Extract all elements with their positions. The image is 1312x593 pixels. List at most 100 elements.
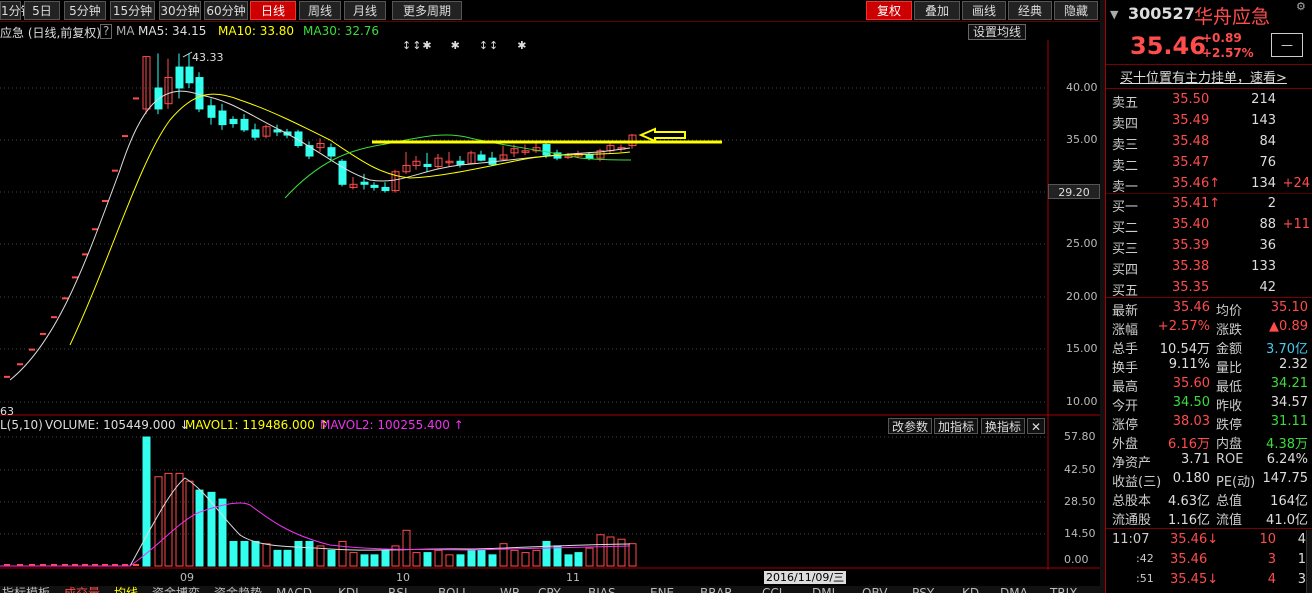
volume-bar [423, 552, 432, 567]
volume-bar [617, 538, 626, 567]
volume-bar [499, 543, 508, 567]
volume-bar [574, 552, 583, 567]
period-tab-3[interactable]: 15分钟 [110, 1, 155, 20]
price-tick-label: 10.00 [1066, 395, 1098, 408]
close-icon[interactable]: ✕ [1027, 418, 1046, 434]
period-tab-4[interactable]: 30分钟 [159, 1, 201, 20]
candle [185, 66, 194, 84]
indicator-tab[interactable]: MACD [276, 586, 312, 593]
volume-bar [510, 549, 519, 567]
settings-ma-button[interactable]: 设置均线 [968, 24, 1027, 40]
indicator-tab[interactable]: OBV [862, 586, 888, 593]
volume-tick-label: 28.50 [1064, 495, 1096, 508]
period-tab-7[interactable]: 周线 [299, 1, 341, 20]
candle [360, 181, 369, 185]
price-tick-label: 25.00 [1066, 237, 1098, 250]
volume-bar [456, 554, 465, 567]
volume-bar [412, 552, 421, 567]
tick-count: 1 [1297, 552, 1306, 567]
indicator-tabs: 指标模板 成交量 均线 资金博弈 资金趋势 MACD KDJ RSI BOLL WR CPY BIAS… [0, 586, 1100, 593]
candle [229, 118, 238, 125]
indicator-tab[interactable]: TRIX [1050, 586, 1077, 593]
period-tab-6[interactable]: 日线 [250, 1, 296, 20]
period-tab-9[interactable]: 更多周期 [392, 1, 462, 20]
candle [423, 163, 432, 167]
change-params-button[interactable]: 改参数 [888, 418, 933, 434]
volume-bar [218, 498, 227, 567]
indicator-tab[interactable]: 成交量 [64, 586, 100, 593]
tick-price: 35.46 [1170, 552, 1208, 567]
indicator-tab[interactable]: ENE [650, 586, 674, 593]
tick-volume: 4 [1267, 572, 1276, 587]
indicator-tab[interactable]: RSI [388, 586, 408, 593]
volume-bar [229, 540, 238, 567]
volume-bar [381, 549, 390, 567]
indicator-tab[interactable]: DMI [812, 586, 835, 593]
volume-bar [175, 472, 184, 567]
time-tick-label: 11 [566, 571, 580, 584]
volume-bar [327, 549, 336, 567]
time-tick-label: 09 [180, 571, 194, 584]
candle [51, 316, 57, 319]
volume-bar [585, 547, 594, 567]
indicator-tab[interactable]: 指标模板 [2, 586, 50, 593]
panel-splitter[interactable] [1100, 0, 1105, 593]
switch-indicator-button[interactable]: 换指标 [981, 418, 1026, 434]
period-tab-0[interactable]: 1分钟 [0, 1, 33, 20]
tick-list: 11:07 35.46↓ 10 4:42 35.46 3 1:51 35.45↓ 4 3 [1106, 0, 1312, 593]
indicator-tab[interactable]: KDJ [338, 586, 359, 593]
volume-bar [164, 472, 173, 567]
candle [327, 147, 336, 157]
indicator-tab[interactable]: KD [962, 586, 979, 593]
help-button[interactable]: ? [100, 24, 113, 39]
period-tab-8[interactable]: 月线 [344, 1, 386, 20]
indicator-tab[interactable]: 资金趋势 [214, 586, 262, 593]
period-tab-1[interactable]: 5日 [24, 1, 60, 20]
candle [477, 154, 486, 161]
period-tab-5[interactable]: 60分钟 [204, 1, 248, 20]
toolbar-button-2[interactable]: 画线 [962, 1, 1006, 20]
period-tab-2[interactable]: 5分钟 [64, 1, 106, 20]
volume-tick-label: 57.80 [1064, 430, 1096, 443]
mavol1-line [0, 477, 631, 567]
candle [456, 160, 465, 165]
arrow-annotation-icon [638, 127, 686, 143]
toolbar-button-0[interactable]: 复权 [866, 1, 912, 20]
volume-bar [488, 554, 497, 567]
toolbar-button-1[interactable]: 叠加 [914, 1, 960, 20]
time-axis: 09 10 11 [0, 570, 1100, 585]
scrollbar[interactable] [1306, 530, 1312, 593]
volume-bar [195, 489, 204, 567]
mavol2-line [0, 502, 631, 567]
volume-bar [521, 552, 530, 567]
indicator-tab[interactable]: 均线 [114, 586, 138, 593]
volume-bar [564, 554, 573, 567]
indicator-tab[interactable]: CPY [538, 586, 561, 593]
ma-label: MA [116, 24, 135, 38]
indicator-tab[interactable]: BIAS [588, 586, 616, 593]
indicator-tab[interactable]: CCI [762, 586, 782, 593]
volume-bar [349, 552, 358, 567]
volume-bar [628, 543, 637, 567]
indicator-tab[interactable]: WR [500, 586, 520, 593]
candle [112, 169, 118, 172]
volume-bar [477, 549, 486, 567]
candle [240, 118, 249, 131]
add-indicator-button[interactable]: 加指标 [934, 418, 979, 434]
volume-bar [154, 476, 163, 567]
kline-chart[interactable] [0, 40, 1100, 586]
time-tick-label: 10 [396, 571, 410, 584]
candle [585, 154, 594, 159]
volume-bar [240, 540, 249, 567]
candle [62, 297, 68, 300]
indicator-tab[interactable]: BOLL [438, 586, 469, 593]
indicator-tab[interactable]: DMA [1000, 586, 1028, 593]
indicator-tab[interactable]: BRAR [700, 586, 733, 593]
volume-indicator-label: L(5,10) [0, 418, 43, 432]
indicator-tab[interactable]: PSY [912, 586, 934, 593]
indicator-tab[interactable]: 资金博弈 [152, 586, 200, 593]
volume-bar [133, 564, 139, 566]
volume-axis: 57.80 42.50 28.50 14.50 0.00 [1050, 420, 1100, 570]
volume-tick-label: 14.50 [1064, 527, 1096, 540]
toolbar-button-3[interactable]: 经典 [1008, 1, 1052, 20]
